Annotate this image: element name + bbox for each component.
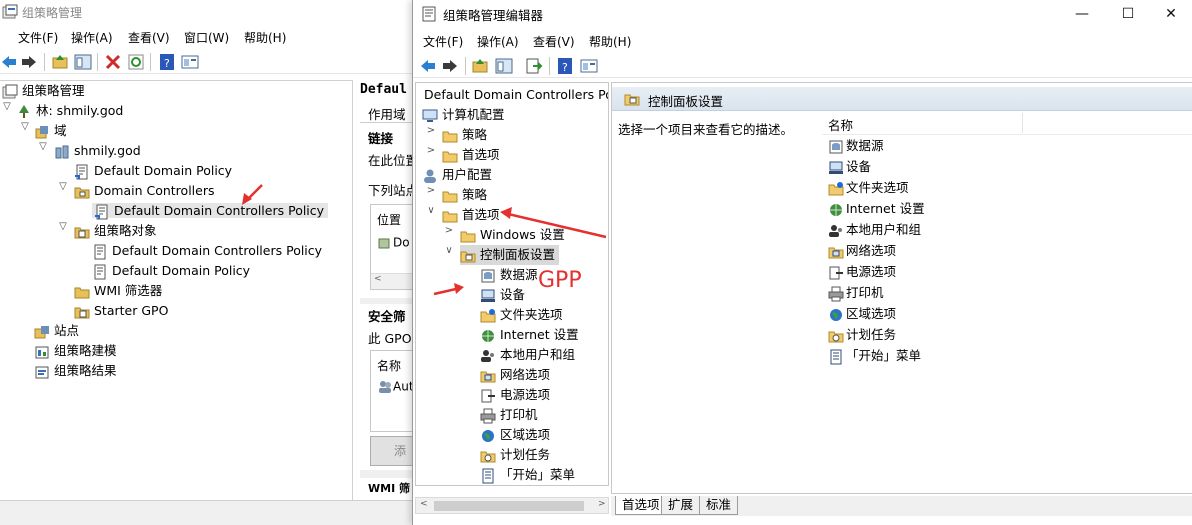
annotation-overlay xyxy=(242,184,607,296)
arrow-to-devices xyxy=(433,283,464,296)
gpp-annotation-label: GPP xyxy=(538,268,582,293)
arrow-to-dc-policy xyxy=(242,184,263,205)
arrow-to-preferences xyxy=(500,207,607,239)
